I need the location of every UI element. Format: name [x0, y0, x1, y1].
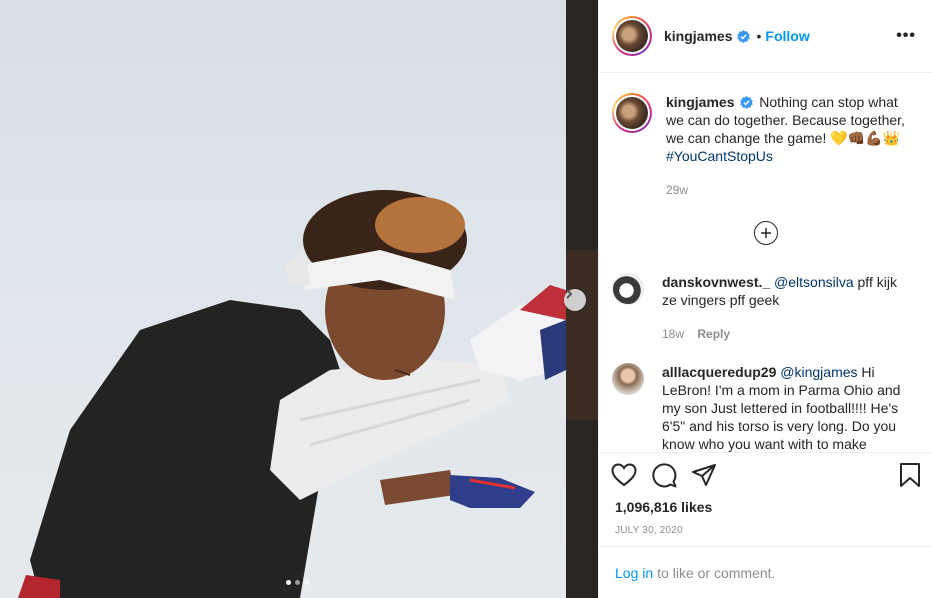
post-sidebar: kingjames • Follow ••• kingjames Nothing… — [598, 0, 932, 598]
reply-button[interactable]: Reply — [697, 327, 730, 341]
carousel-next-button[interactable] — [564, 289, 586, 311]
post-actions: 1,096,816 likes JULY 30, 2020 — [599, 452, 932, 546]
verified-badge-icon — [740, 96, 754, 109]
commenter-avatar[interactable] — [612, 363, 644, 395]
carousel-dot — [286, 580, 291, 585]
caption-entry: kingjames Nothing can stop what we can d… — [599, 73, 932, 199]
carousel-indicators — [286, 580, 309, 585]
caption-username[interactable]: kingjames — [666, 94, 734, 110]
author-username[interactable]: kingjames — [664, 28, 732, 44]
login-link[interactable]: Log in — [615, 565, 653, 581]
follow-button[interactable]: Follow — [765, 28, 809, 44]
caption-meta: 29w — [666, 181, 906, 199]
comment-time[interactable]: 18w — [662, 327, 684, 341]
commenter-avatar[interactable] — [612, 273, 644, 305]
caption-avatar[interactable] — [612, 93, 652, 133]
heart-icon[interactable] — [611, 463, 637, 487]
comment-mention[interactable]: @eltsonsilva — [774, 274, 854, 290]
post-date[interactable]: JULY 30, 2020 — [599, 525, 932, 536]
more-options-icon[interactable]: ••• — [896, 27, 916, 45]
post-header: kingjames • Follow ••• — [599, 0, 932, 73]
plus-icon — [761, 228, 771, 238]
comment-mention[interactable]: @kingjames — [780, 364, 857, 380]
carousel-dot — [295, 580, 300, 585]
caption-time[interactable]: 29w — [666, 183, 688, 197]
comment-username[interactable]: danskovnwest._ — [662, 274, 770, 290]
caption-hashtag[interactable]: #YouCantStopUs — [666, 148, 773, 164]
carousel-dot — [304, 580, 309, 585]
likes-count[interactable]: 1,096,816 likes — [599, 499, 932, 515]
bookmark-icon[interactable] — [899, 462, 921, 488]
author-avatar[interactable] — [612, 16, 652, 56]
login-prompt: Log in to like or comment. — [599, 546, 932, 598]
chevron-right-icon — [566, 289, 573, 299]
login-prompt-text: to like or comment. — [657, 564, 776, 581]
share-icon[interactable] — [691, 463, 717, 487]
comment-username[interactable]: alllacqueredup29 — [662, 364, 776, 380]
load-more-comments-button[interactable] — [754, 221, 778, 245]
comment-item: danskovnwest._ @eltsonsilva pff kijk ze … — [599, 273, 932, 343]
post-photo — [18, 0, 598, 598]
header-separator: • — [756, 28, 762, 44]
comments-list[interactable]: kingjames Nothing can stop what we can d… — [599, 73, 932, 453]
comment-icon[interactable] — [651, 462, 677, 488]
comment-item: alllacqueredup29 @kingjames Hi LeBron! I… — [599, 363, 932, 453]
verified-badge-icon — [737, 29, 751, 43]
post-media[interactable] — [0, 0, 598, 598]
comment-meta: 18w Reply — [662, 325, 902, 343]
glove-lower — [450, 475, 535, 508]
